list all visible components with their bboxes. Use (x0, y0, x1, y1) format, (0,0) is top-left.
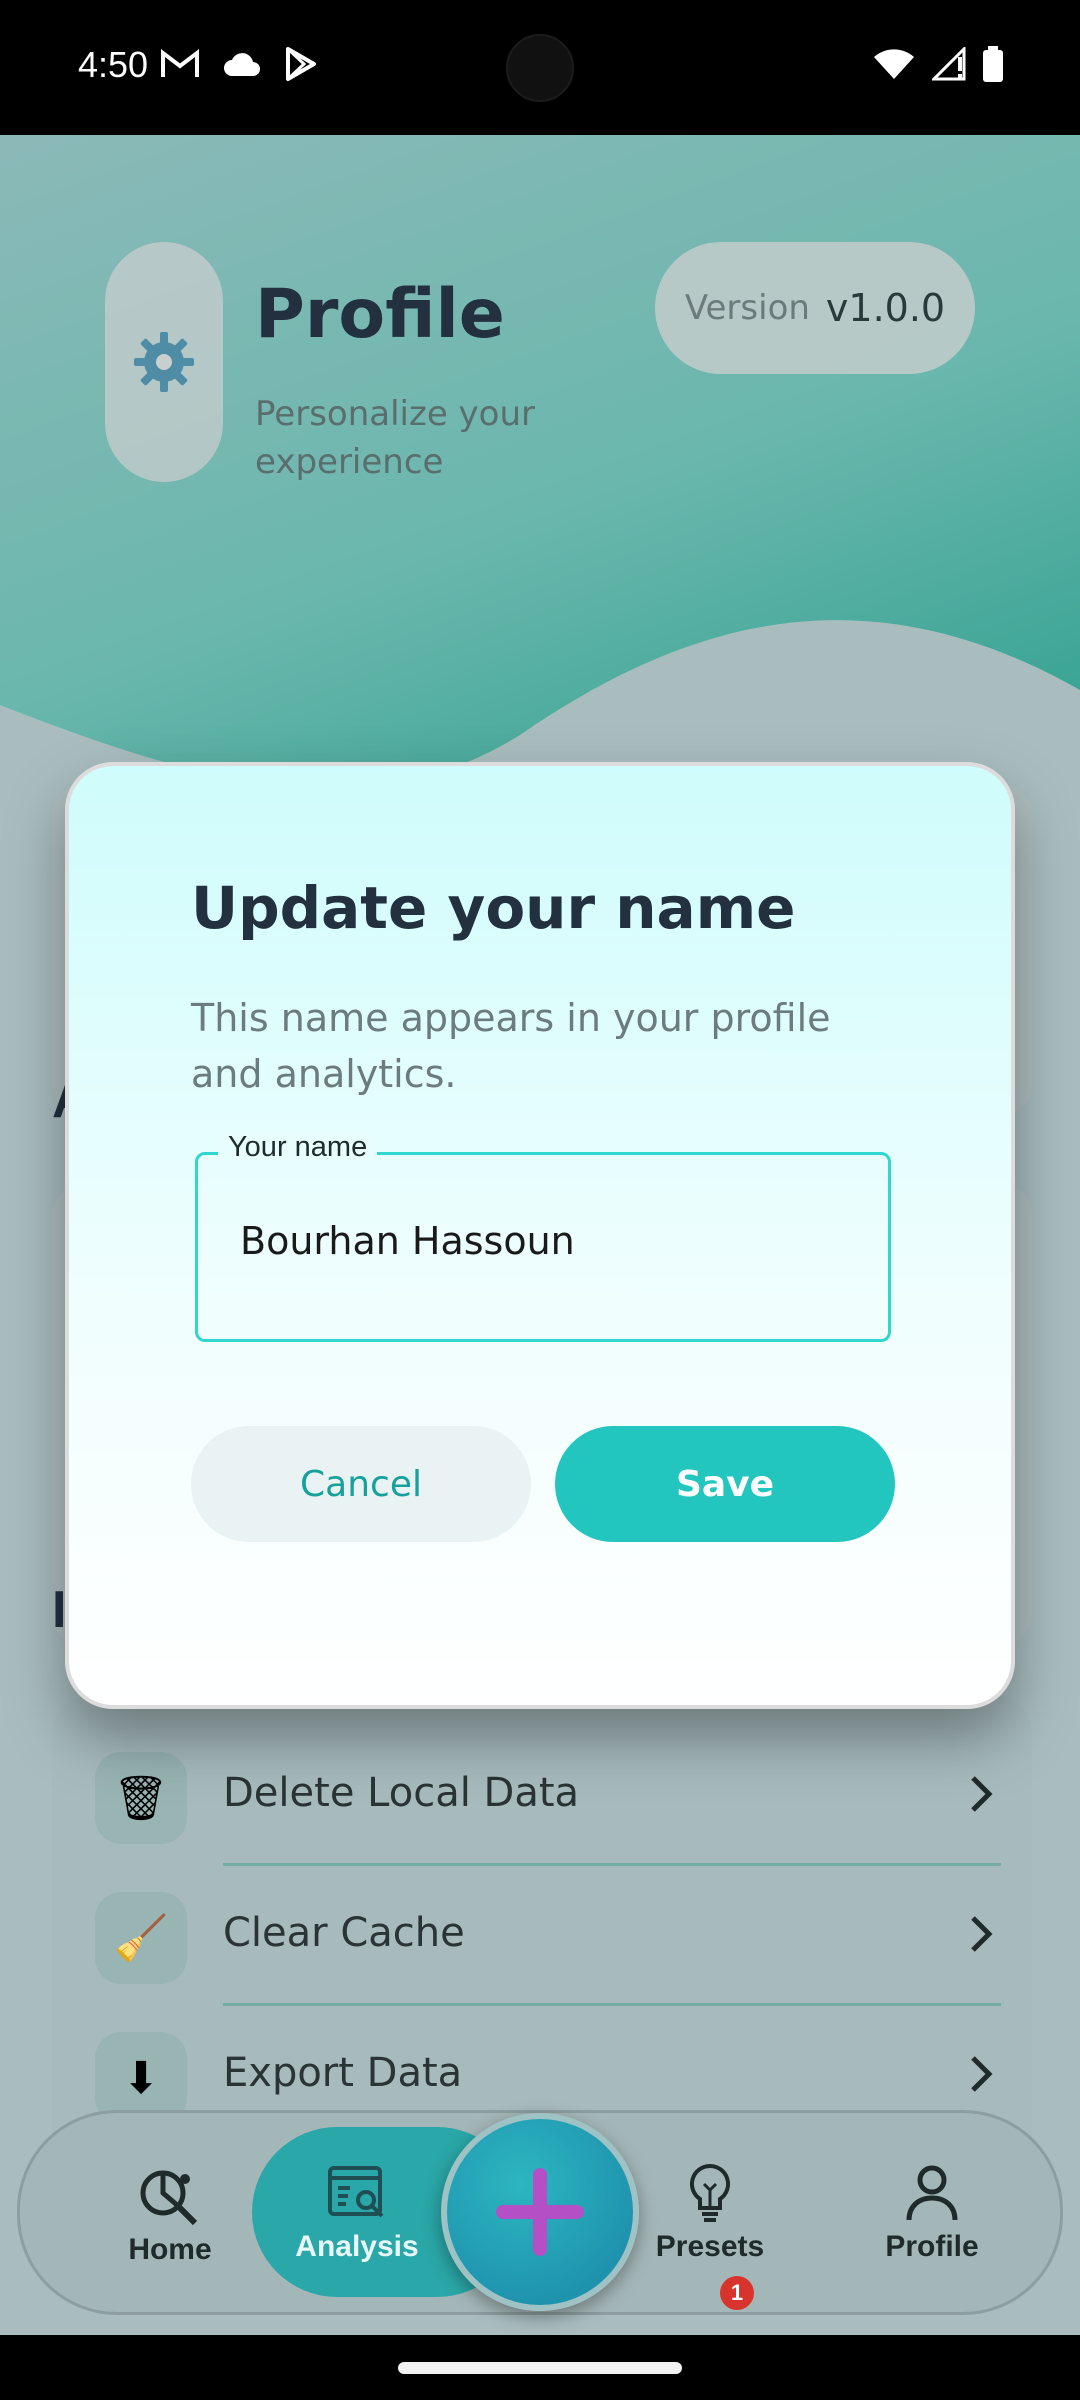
divider (223, 2003, 1001, 2006)
list-item-label: Delete Local Data (223, 1770, 580, 1816)
chevron-right-icon (971, 1776, 993, 1812)
add-button[interactable] (441, 2113, 639, 2311)
analysis-icon (328, 2165, 384, 2217)
version-badge: Version v1.0.0 (655, 242, 975, 374)
notification-badge: 1 (720, 2276, 754, 2310)
list-item-label: Clear Cache (223, 1910, 465, 1956)
version-value: v1.0.0 (825, 286, 946, 330)
page-title: Profile (255, 275, 505, 354)
wifi-icon (874, 49, 914, 79)
dialog-description: This name appears in your profile and an… (191, 996, 831, 1096)
nav-analysis[interactable]: Analysis (262, 2110, 452, 2315)
home-gesture-bar[interactable] (398, 2362, 682, 2374)
nav-profile[interactable]: Profile (837, 2110, 1027, 2315)
nav-presets[interactable]: Presets (615, 2110, 805, 2315)
person-icon (906, 2165, 958, 2220)
save-button[interactable]: Save (555, 1426, 895, 1542)
nav-label: Profile (885, 2229, 979, 2263)
gmail-icon (161, 48, 199, 77)
camera-cutout (506, 34, 574, 102)
name-field-label: Your name (218, 1131, 378, 1164)
trash-icon: 🗑 (95, 1752, 187, 1844)
name-field[interactable]: Your name (195, 1131, 891, 1342)
cloud-icon (224, 53, 260, 76)
status-bar: 4:50 (0, 0, 1080, 135)
nav-label: Presets (655, 2229, 765, 2263)
nav-home[interactable]: Home (75, 2113, 265, 2318)
chevron-right-icon (971, 1916, 993, 1952)
version-label: Version (684, 288, 810, 328)
name-input[interactable] (240, 1219, 860, 1263)
play-store-icon (286, 47, 316, 81)
update-name-dialog: Update your name This name appears in yo… (65, 762, 1015, 1709)
page-subtitle: Personalize your experience (255, 394, 536, 482)
battery-icon (983, 46, 1003, 82)
nav-label: Analysis (295, 2229, 419, 2263)
divider (223, 1863, 1001, 1866)
settings-badge (105, 242, 223, 482)
plus-icon (496, 2168, 584, 2256)
list-item-label: Export Data (223, 2050, 463, 2096)
list-item-delete-local-data[interactable]: 🗑 Delete Local Data (95, 1730, 1005, 1866)
gear-icon (134, 332, 194, 392)
list-item-clear-cache[interactable]: 🧹 Clear Cache (95, 1870, 1005, 2006)
signal-icon (932, 47, 966, 81)
lightbulb-icon (689, 2163, 731, 2222)
status-time: 4:50 (78, 44, 149, 85)
chevron-right-icon (971, 2056, 993, 2092)
home-analytics-icon (140, 2170, 198, 2225)
broom-icon: 🧹 (95, 1892, 187, 1984)
cancel-button[interactable]: Cancel (191, 1426, 531, 1542)
nav-label: Home (128, 2232, 212, 2266)
dialog-title: Update your name (191, 874, 796, 942)
